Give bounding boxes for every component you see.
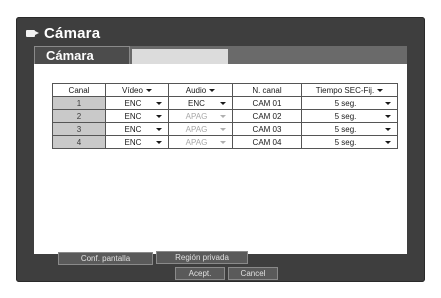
channel-name-field[interactable]: CAM 04 — [232, 135, 302, 149]
channel-table: Canal Vídeo Audio N. canal Tiempo SEC-Fi… — [52, 83, 398, 149]
dropdown-arrow-icon — [156, 140, 162, 144]
channel-name-field[interactable]: CAM 02 — [232, 109, 302, 123]
dropdown-arrow-icon — [156, 101, 162, 105]
tiempo-select[interactable]: 5 seg. — [301, 122, 398, 136]
dropdown-arrow-icon — [220, 140, 226, 144]
window-title: Cámara — [44, 25, 101, 42]
video-select[interactable]: ENC — [105, 135, 169, 149]
dropdown-arrow-icon — [385, 101, 391, 105]
dropdown-arrow-icon — [385, 127, 391, 131]
table-row: 1 ENC ENC CAM 01 5 seg. — [52, 96, 398, 110]
conf-pantalla-button[interactable]: Conf. pantalla — [58, 252, 153, 265]
audio-select[interactable]: ENC — [168, 96, 233, 110]
dropdown-arrow-icon — [156, 127, 162, 131]
dropdown-arrow-icon — [156, 114, 162, 118]
audio-select: APAG — [168, 122, 233, 136]
header-canal: Canal — [52, 83, 106, 97]
tab-bar: Cámara — [34, 46, 407, 64]
dropdown-arrow-icon — [385, 114, 391, 118]
table-row: 4 ENC APAG CAM 04 5 seg. — [52, 135, 398, 149]
tiempo-select[interactable]: 5 seg. — [301, 135, 398, 149]
tiempo-select[interactable]: 5 seg. — [301, 96, 398, 110]
sort-arrow-icon — [145, 88, 152, 92]
region-privada-button[interactable]: Región privada — [156, 251, 248, 264]
acept-button[interactable]: Acept. — [175, 267, 225, 280]
sort-arrow-icon — [209, 88, 216, 92]
tiempo-select[interactable]: 5 seg. — [301, 109, 398, 123]
tab-secondary[interactable] — [132, 49, 228, 64]
dropdown-arrow-icon — [220, 101, 226, 105]
video-select[interactable]: ENC — [105, 96, 169, 110]
dropdown-arrow-icon — [220, 114, 226, 118]
canal-cell: 2 — [52, 109, 106, 123]
dropdown-arrow-icon — [385, 140, 391, 144]
channel-name-field[interactable]: CAM 01 — [232, 96, 302, 110]
canal-cell: 1 — [52, 96, 106, 110]
camera-settings-window: Cámara Cámara Canal Vídeo Audio N. canal… — [16, 17, 425, 282]
channel-name-field[interactable]: CAM 03 — [232, 122, 302, 136]
window-title-row: Cámara — [26, 25, 100, 42]
table-row: 3 ENC APAG CAM 03 5 seg. — [52, 122, 398, 136]
table-row: 2 ENC APAG CAM 02 5 seg. — [52, 109, 398, 123]
header-tiempo[interactable]: Tiempo SEC-Fij. — [301, 83, 398, 97]
video-select[interactable]: ENC — [105, 122, 169, 136]
settings-panel: Canal Vídeo Audio N. canal Tiempo SEC-Fi… — [34, 64, 407, 265]
header-video[interactable]: Vídeo — [105, 83, 169, 97]
canal-cell: 3 — [52, 122, 106, 136]
dropdown-arrow-icon — [220, 127, 226, 131]
header-audio[interactable]: Audio — [168, 83, 233, 97]
cancel-button[interactable]: Cancel — [228, 267, 278, 280]
table-header-row: Canal Vídeo Audio N. canal Tiempo SEC-Fi… — [52, 83, 398, 97]
video-select[interactable]: ENC — [105, 109, 169, 123]
audio-select: APAG — [168, 135, 233, 149]
header-nombre-canal: N. canal — [232, 83, 302, 97]
audio-select: APAG — [168, 109, 233, 123]
tab-camara[interactable]: Cámara — [34, 46, 130, 64]
canal-cell: 4 — [52, 135, 106, 149]
camera-icon — [26, 29, 39, 38]
sort-arrow-icon — [377, 88, 384, 92]
